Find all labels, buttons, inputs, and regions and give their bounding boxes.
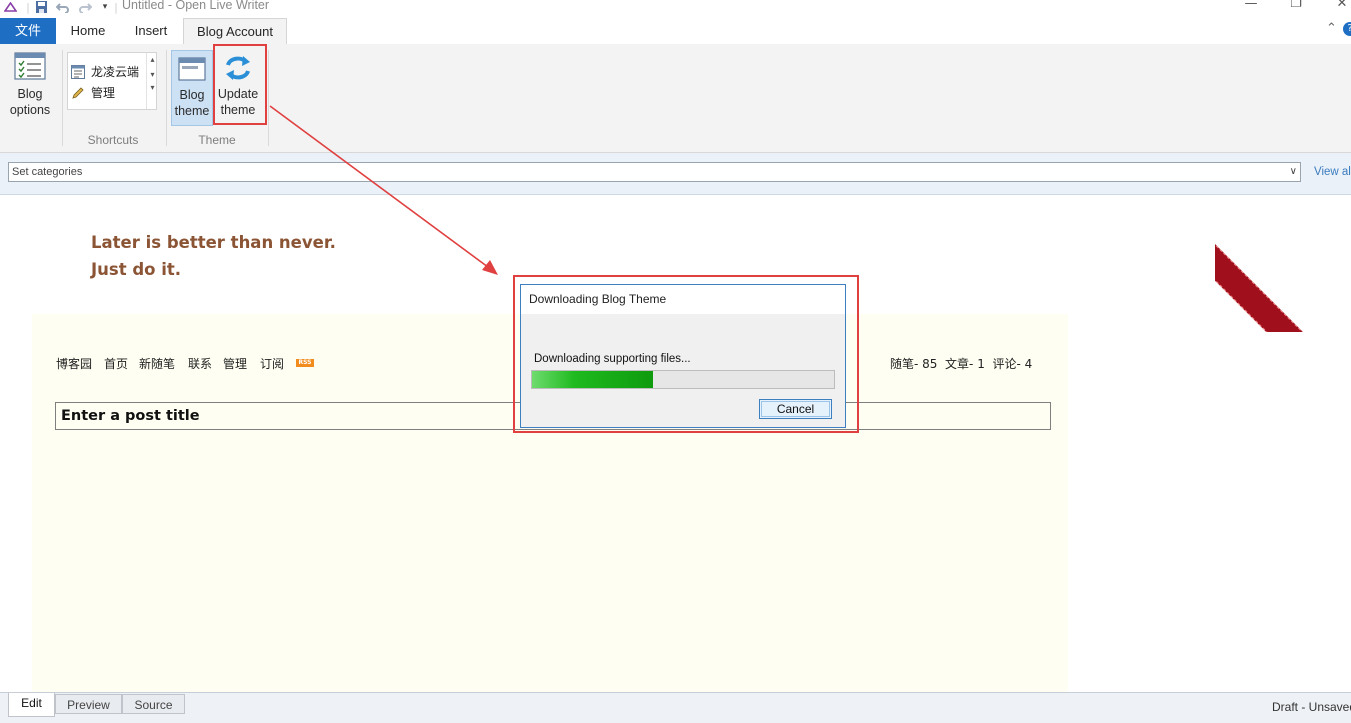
progress-fill bbox=[532, 371, 653, 388]
dialog-title: Downloading Blog Theme bbox=[521, 285, 845, 314]
progress-bar bbox=[531, 370, 835, 389]
download-dialog: Downloading Blog Theme Downloading suppo… bbox=[520, 284, 846, 428]
view-tab-edit[interactable]: Edit bbox=[8, 693, 55, 717]
draft-status: Draft - Unsaved bbox=[1272, 700, 1351, 714]
view-tab-preview[interactable]: Preview bbox=[55, 694, 122, 714]
cancel-button[interactable]: Cancel bbox=[759, 399, 832, 419]
dialog-message: Downloading supporting files... bbox=[534, 353, 691, 365]
status-bar: Edit Preview Source Draft - Unsaved bbox=[0, 692, 1351, 723]
view-tab-source[interactable]: Source bbox=[122, 694, 185, 714]
